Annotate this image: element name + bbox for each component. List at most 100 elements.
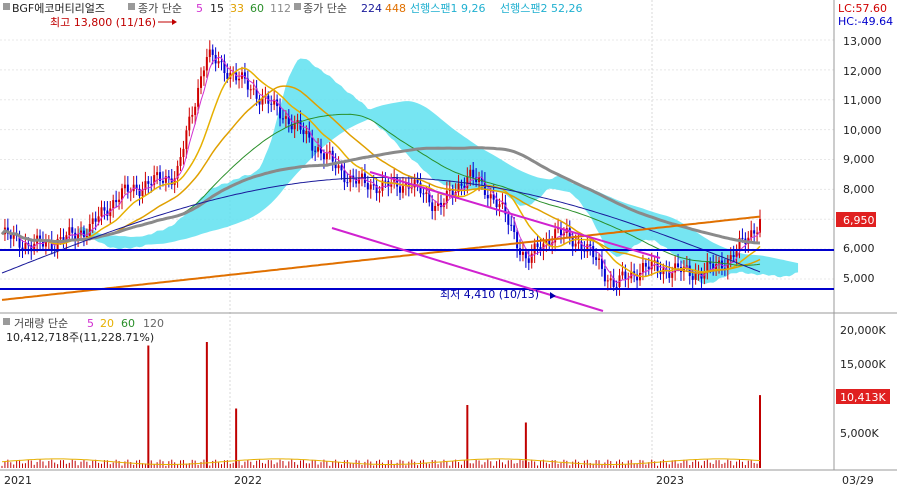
candle-body (191, 114, 194, 117)
candle-body (530, 253, 533, 263)
vtick-5000: 5,000K (840, 427, 879, 440)
legend-symbol: BGF에코머티리얼즈 (12, 1, 105, 15)
candle-body (510, 224, 513, 226)
candle-body (123, 184, 126, 189)
candle-body (281, 118, 284, 120)
candle-body (431, 202, 434, 211)
candle-body (340, 165, 343, 171)
candle-body (609, 278, 612, 281)
candle-body (416, 179, 419, 183)
vol-legend-120: 120 (143, 317, 164, 330)
candle-body (112, 200, 115, 209)
date-end: 03/29 (842, 474, 874, 487)
candle-body (325, 153, 328, 160)
candle-body (200, 76, 203, 88)
tick-10000: 10,000 (843, 124, 882, 137)
last-volume-label: 10,413K (840, 391, 886, 404)
candle-body (343, 170, 346, 183)
candle-body (624, 271, 627, 279)
candle-body (322, 153, 325, 160)
candle-body (302, 129, 305, 135)
candle-body (217, 61, 220, 64)
vol-legend-value: 10,412,718주(11,228.71%) (6, 331, 154, 344)
candle-body (91, 218, 94, 225)
candle-body (425, 192, 428, 195)
candle-body (59, 237, 62, 239)
candle-body (252, 88, 255, 90)
legend-ma33: 33 (230, 2, 244, 15)
candle-body (516, 232, 519, 249)
candle-body (533, 243, 536, 254)
date-2022: 2022 (234, 474, 262, 487)
candle-body (434, 205, 437, 211)
candle-body (527, 258, 530, 263)
candle-body (205, 57, 208, 71)
candle-body (536, 243, 539, 248)
lc-label: LC:57.60 (838, 2, 887, 15)
tick-12000: 12,000 (843, 65, 882, 78)
tick-5000: 5,000 (843, 272, 875, 285)
candle-body (691, 276, 694, 280)
candle-body (208, 49, 211, 58)
candle-body (641, 263, 644, 273)
low-annotation: 최저 4,410 (10/13) (440, 288, 539, 301)
candle-body (486, 194, 489, 199)
candle-body (595, 257, 598, 260)
candle-body (118, 199, 121, 203)
candle-body (349, 175, 352, 183)
date-2021: 2021 (4, 474, 32, 487)
legend-ma60: 60 (250, 2, 264, 15)
candle-body (82, 230, 85, 237)
legend-ma112: 112 (270, 2, 291, 15)
candle-body (729, 255, 732, 260)
candle-body (592, 245, 595, 258)
candle-body (759, 219, 761, 233)
candle-body (141, 189, 144, 197)
candle-body (589, 244, 592, 246)
candle-body (677, 263, 680, 268)
candle-body (115, 200, 118, 203)
vtick-15000: 15,000K (840, 358, 886, 371)
candle-body (401, 186, 404, 193)
last-price-label: 6,950 (843, 214, 875, 227)
legend-ma224: 224 (361, 2, 382, 15)
legend-span2: 선행스팬2 52,26 (500, 2, 582, 15)
candle-body (498, 204, 501, 208)
candle-body (71, 227, 74, 233)
candle-body (753, 230, 756, 234)
vtick-20000: 20,000K (840, 324, 886, 337)
candle-body (314, 150, 317, 152)
candle-body (161, 180, 164, 183)
candle-body (337, 165, 340, 169)
tick-11000: 11,000 (843, 94, 882, 107)
legend-ma15: 15 (210, 2, 224, 15)
candle-body (750, 230, 753, 238)
candle-body (235, 72, 238, 81)
candle-body (603, 268, 606, 282)
candle-body (621, 271, 624, 276)
candle-body (202, 70, 205, 77)
candle-body (194, 106, 197, 115)
candle-body (197, 87, 200, 107)
vol-legend-20: 20 (100, 317, 114, 330)
candle-body (182, 148, 185, 158)
legend-ma448: 448 (385, 2, 406, 15)
candle-body (741, 237, 744, 239)
high-annotation: 최고 13,800 (11/16) (50, 16, 156, 29)
legend-ma-label2: 종가 단순 (303, 2, 347, 15)
legend-span1: 선행스팬1 9,26 (410, 2, 485, 15)
candle-body (305, 130, 308, 135)
candle-body (399, 186, 402, 193)
candle-body (100, 207, 103, 217)
candle-body (311, 137, 314, 151)
candle-body (103, 207, 106, 211)
candle-body (644, 263, 647, 267)
candle-body (422, 193, 425, 195)
tick-13000: 13,000 (843, 35, 882, 48)
candle-body (513, 225, 516, 233)
candle-body (688, 265, 691, 277)
vol-legend-5: 5 (87, 317, 94, 330)
candle-body (366, 183, 369, 190)
candle-body (472, 169, 475, 178)
candle-body (369, 184, 372, 190)
